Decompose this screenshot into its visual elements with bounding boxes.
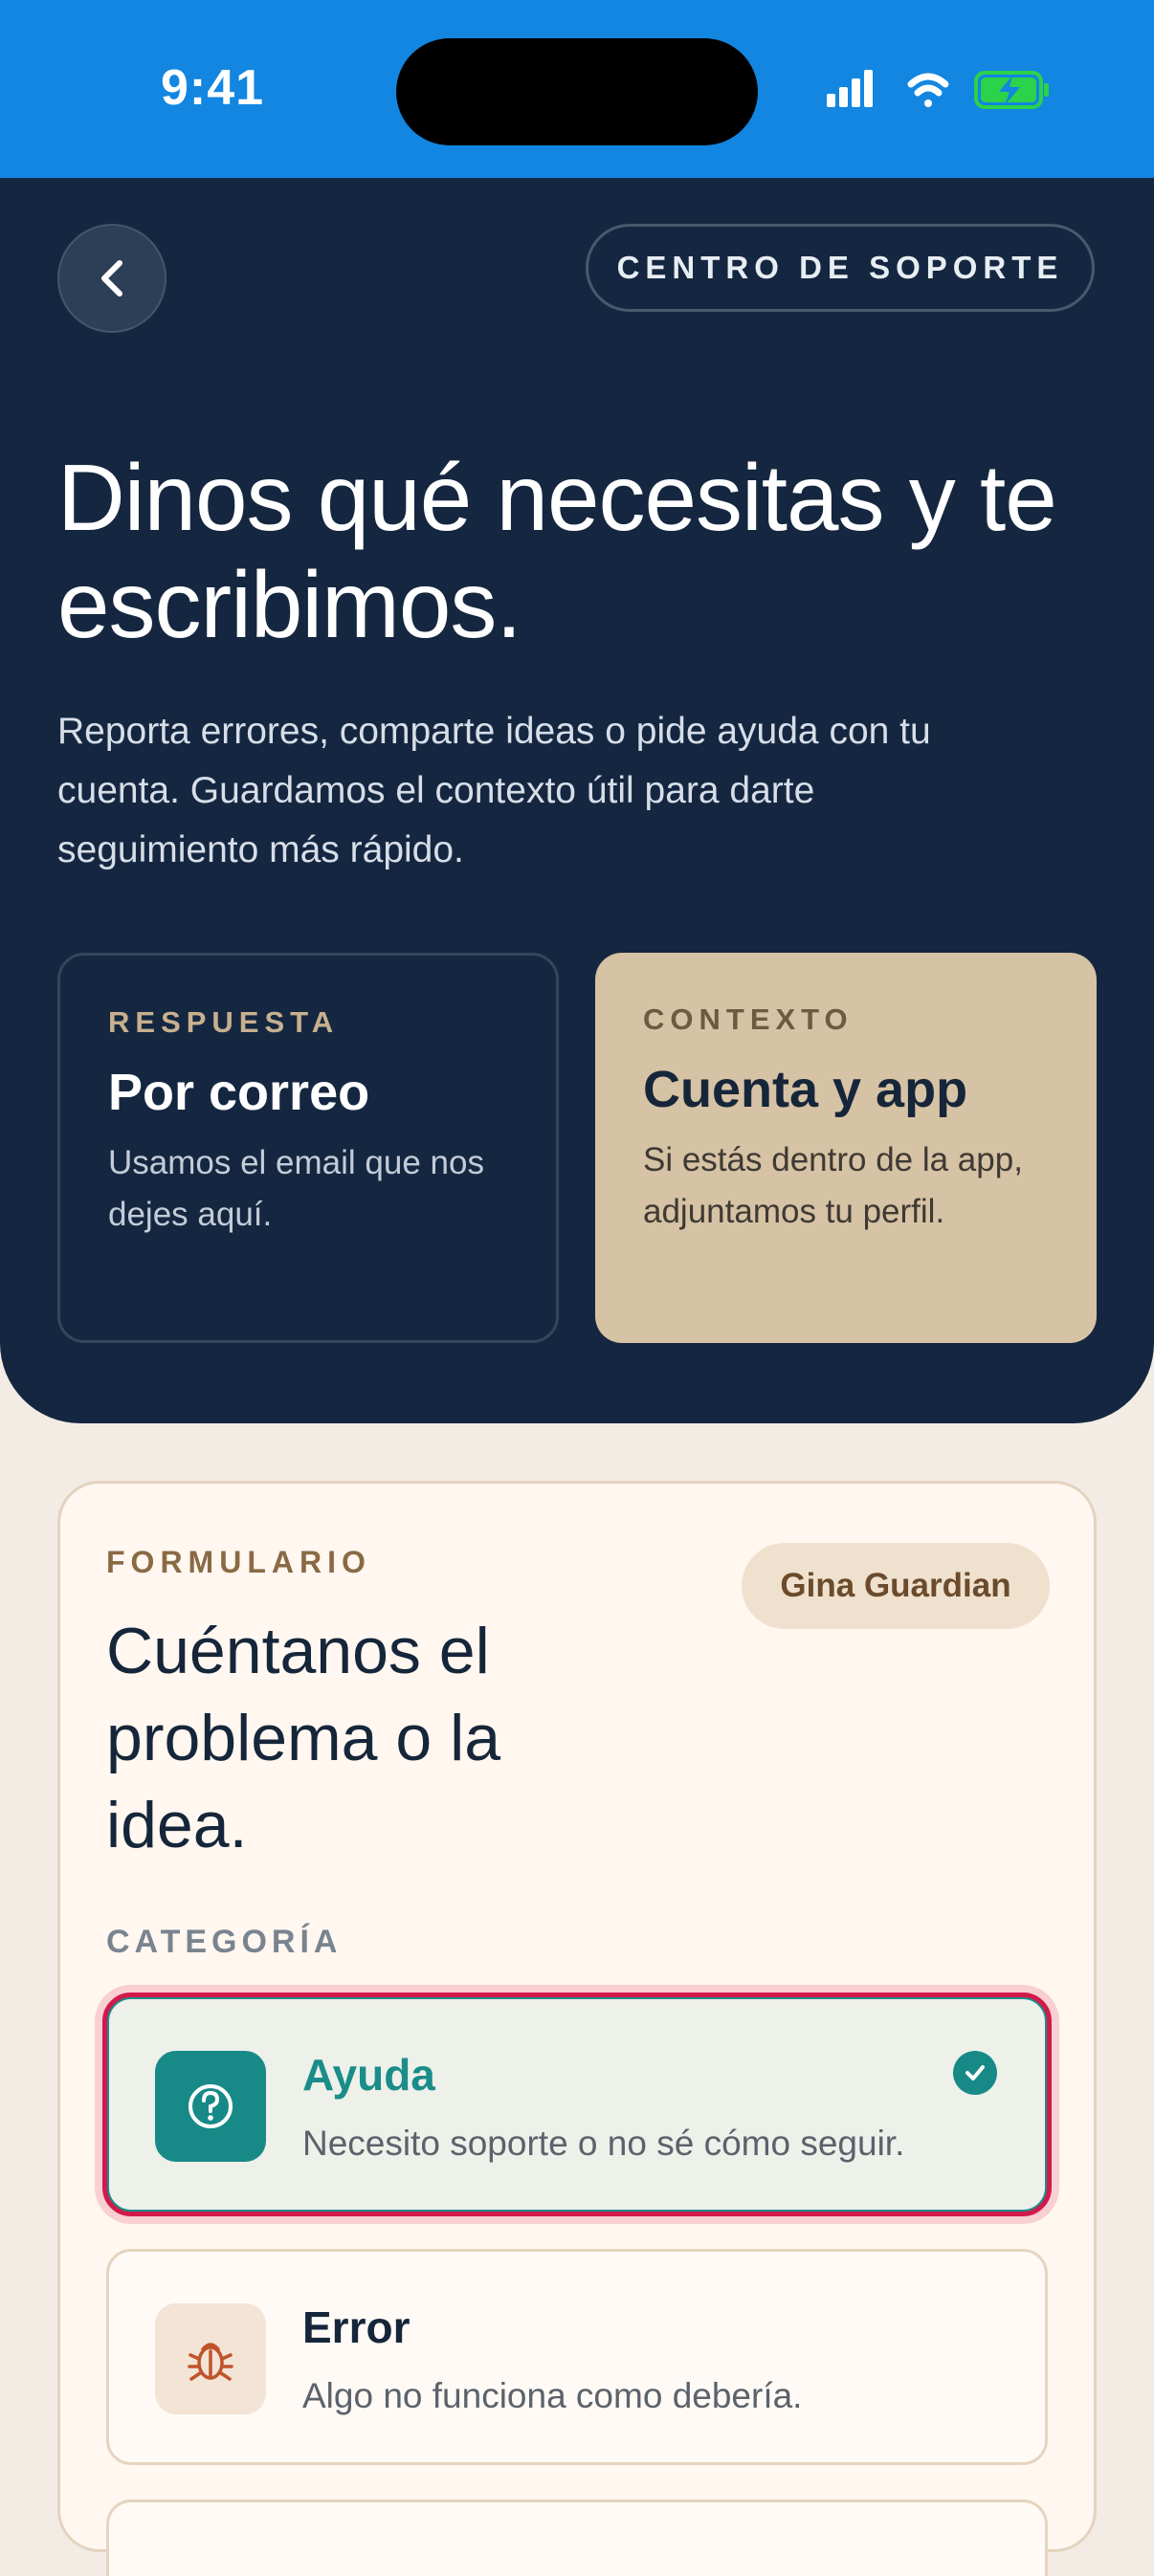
card-title: Por correo: [108, 1064, 370, 1121]
page-title: Dinos qué necesitas y te escribimos.: [57, 445, 1057, 657]
chevron-left-icon: [101, 260, 122, 297]
context-info-card: CONTEXTO Cuenta y app Si estás dentro de…: [595, 953, 1097, 1343]
user-badge: Gina Guardian: [742, 1543, 1050, 1629]
form-eyebrow: FORMULARIO: [106, 1545, 371, 1579]
card-title: Cuenta y app: [643, 1061, 968, 1118]
form-title: Cuéntanos el problema o la idea.: [106, 1615, 501, 1861]
option-title: Ayuda: [302, 2050, 435, 2100]
category-option-error[interactable]: Error Algo no funciona como debería.: [106, 2249, 1048, 2465]
status-icons: [827, 67, 1056, 121]
card-eyebrow: CONTEXTO: [643, 1002, 854, 1036]
support-form: FORMULARIO Gina Guardian Cuéntanos el pr…: [57, 1481, 1097, 2576]
check-icon: [953, 2051, 997, 2095]
signal-icon: [827, 70, 873, 107]
wifi-icon: [907, 73, 949, 107]
status-time: 9:41: [161, 60, 265, 116]
back-button[interactable]: [57, 224, 166, 333]
card-body: Si estás dentro de la app, adjuntamos tu…: [643, 1141, 1023, 1230]
card-body: Usamos el email que nos dejes aquí.: [108, 1144, 484, 1233]
response-info-card: RESPUESTA Por correo Usamos el email que…: [57, 953, 559, 1343]
option-title: Error: [302, 2302, 411, 2352]
option-description: Algo no funciona como debería.: [302, 2376, 803, 2415]
battery-charging-icon: [974, 71, 1049, 109]
question-circle-icon: [155, 2051, 266, 2162]
page-description: Reporta errores, comparte ideas o pide a…: [57, 711, 931, 870]
category-label: CATEGORÍA: [106, 1924, 343, 1960]
card-eyebrow: RESPUESTA: [108, 1005, 340, 1039]
category-option-partial[interactable]: [106, 2499, 1048, 2576]
status-bar: 9:41: [0, 0, 1154, 178]
bug-icon: [155, 2303, 266, 2414]
category-option-help[interactable]: Ayuda Necesito soporte o no sé cómo segu…: [102, 1993, 1052, 2216]
dynamic-island: [396, 38, 758, 145]
hero-header: CENTRO DE SOPORTE Dinos qué necesitas y …: [0, 178, 1154, 1423]
support-center-badge: CENTRO DE SOPORTE: [586, 224, 1095, 312]
option-description: Necesito soporte o no sé cómo seguir.: [302, 2124, 905, 2163]
